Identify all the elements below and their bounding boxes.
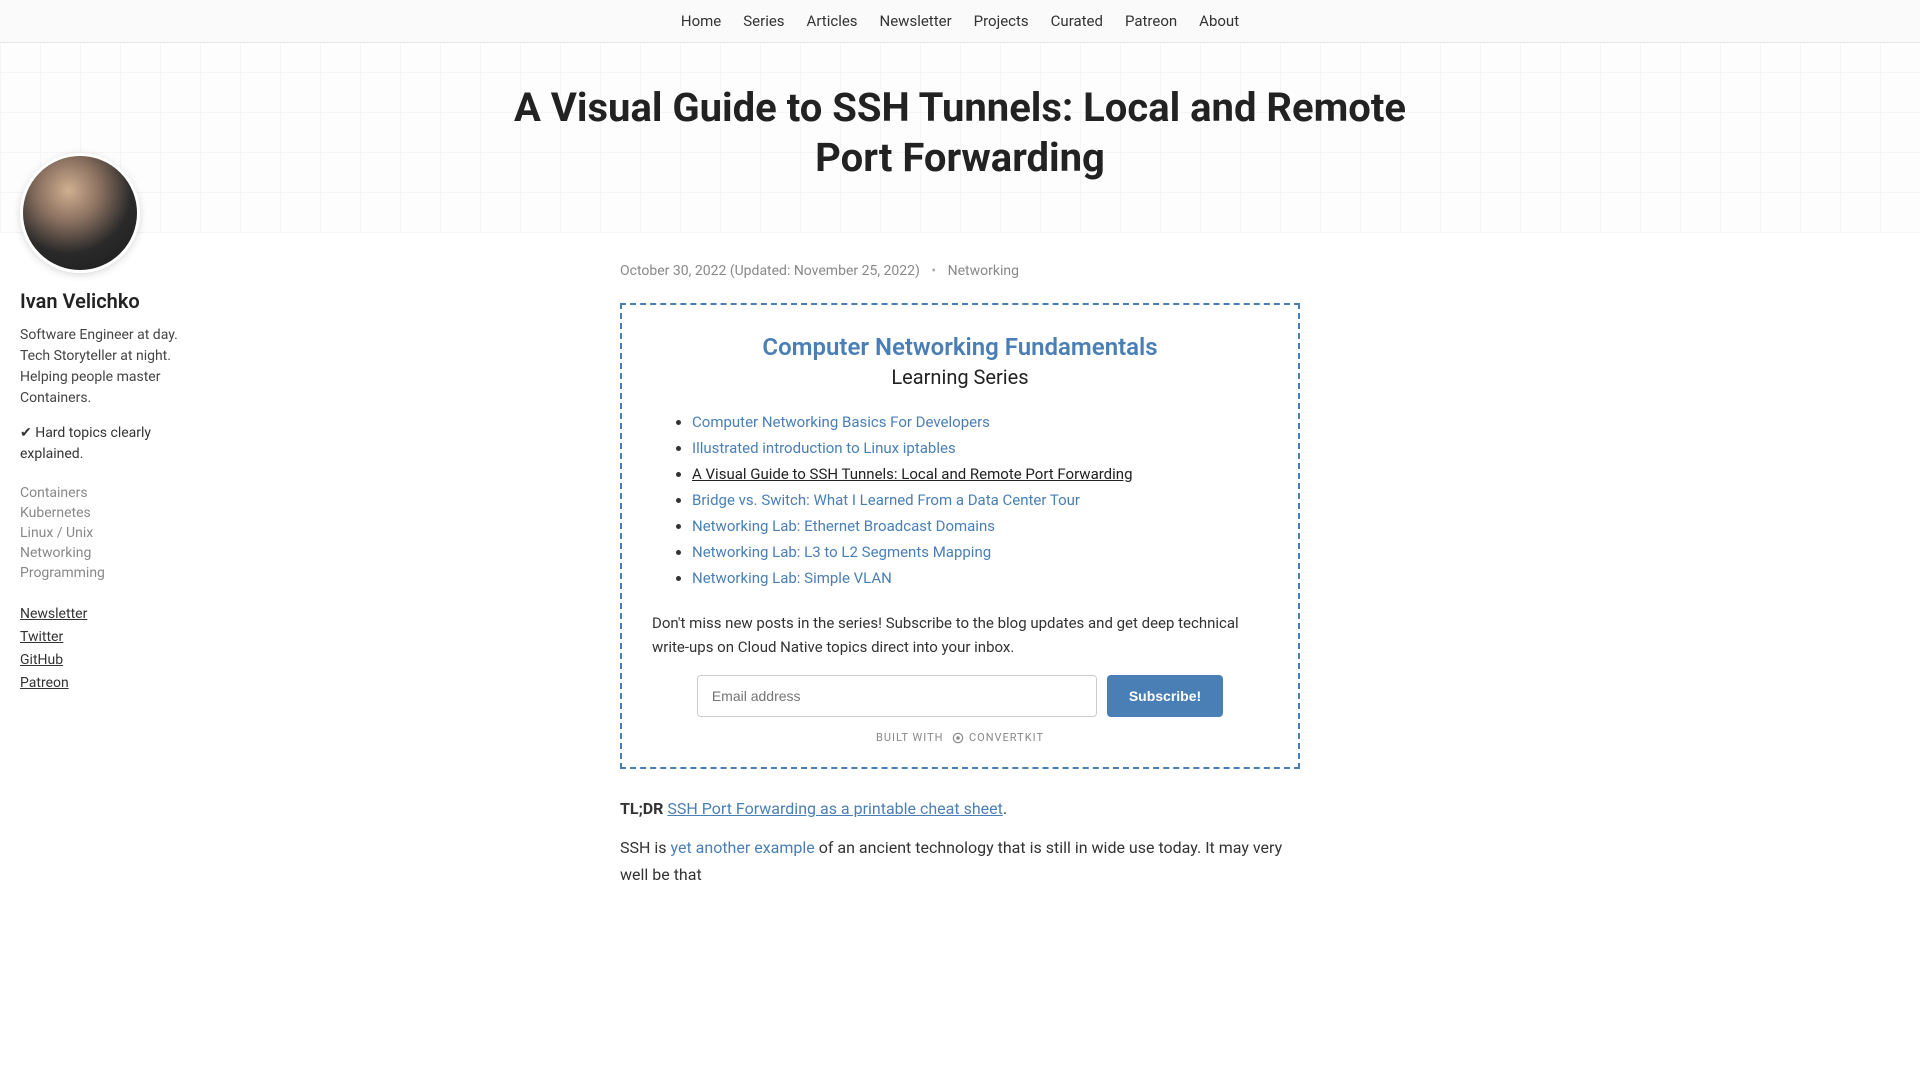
social-github[interactable]: GitHub <box>20 652 63 668</box>
top-nav: Home Series Articles Newsletter Projects… <box>0 0 1920 43</box>
nav-home[interactable]: Home <box>681 12 721 30</box>
convertkit-icon <box>951 731 965 745</box>
social-twitter[interactable]: Twitter <box>20 629 63 645</box>
tag-item[interactable]: Containers <box>20 483 180 503</box>
nav-about[interactable]: About <box>1199 12 1239 30</box>
author-name: Ivan Velichko <box>20 289 180 313</box>
article-meta: October 30, 2022 (Updated: November 25, … <box>620 263 1300 279</box>
badge-brand: ConvertKit <box>969 731 1044 744</box>
author-tagline: ✔ Hard topics clearly explained. <box>20 423 180 465</box>
series-list: Computer Networking Basics For Developer… <box>652 409 1268 591</box>
series-item-current: A Visual Guide to SSH Tunnels: Local and… <box>692 465 1133 483</box>
nav-projects[interactable]: Projects <box>974 12 1029 30</box>
author-bio: Software Engineer at day. Tech Storytell… <box>20 325 180 409</box>
nav-newsletter[interactable]: Newsletter <box>880 12 952 30</box>
nav-patreon[interactable]: Patreon <box>1125 12 1177 30</box>
subscribe-button[interactable]: Subscribe! <box>1107 675 1223 717</box>
page-title: A Visual Guide to SSH Tunnels: Local and… <box>510 83 1410 183</box>
series-item[interactable]: Networking Lab: Simple VLAN <box>692 569 892 587</box>
publish-date: October 30, 2022 <box>620 263 726 279</box>
tag-item[interactable]: Kubernetes <box>20 503 180 523</box>
series-item[interactable]: Computer Networking Basics For Developer… <box>692 413 990 431</box>
author-avatar <box>20 153 140 273</box>
tldr-label: TL;DR <box>620 799 663 818</box>
tag-item[interactable]: Networking <box>20 543 180 563</box>
series-item[interactable]: Networking Lab: Ethernet Broadcast Domai… <box>692 517 995 535</box>
social-list: Newsletter Twitter GitHub Patreon <box>20 601 180 693</box>
subscribe-form: Subscribe! <box>652 675 1268 717</box>
series-item[interactable]: Bridge vs. Switch: What I Learned From a… <box>692 491 1080 509</box>
example-link[interactable]: yet another example <box>671 838 815 857</box>
convertkit-badge[interactable]: BUILT WITH ConvertKit <box>652 731 1268 745</box>
series-subtitle: Learning Series <box>652 365 1268 389</box>
social-patreon[interactable]: Patreon <box>20 675 69 691</box>
nav-series[interactable]: Series <box>743 12 784 30</box>
series-item[interactable]: Networking Lab: L3 to L2 Segments Mappin… <box>692 543 991 561</box>
tldr-paragraph: TL;DR SSH Port Forwarding as a printable… <box>620 795 1300 822</box>
meta-separator: • <box>931 263 936 279</box>
series-box: Computer Networking Fundamentals Learnin… <box>620 303 1300 769</box>
updated-date: (Updated: November 25, 2022) <box>730 263 920 279</box>
series-item[interactable]: Illustrated introduction to Linux iptabl… <box>692 439 956 457</box>
right-spacer <box>1720 233 1920 901</box>
para2-prefix: SSH is <box>620 838 671 857</box>
sidebar: Ivan Velichko Software Engineer at day. … <box>0 153 200 901</box>
tag-item[interactable]: Programming <box>20 563 180 583</box>
main-content: October 30, 2022 (Updated: November 25, … <box>580 233 1340 901</box>
article-body: TL;DR SSH Port Forwarding as a printable… <box>620 795 1300 889</box>
nav-articles[interactable]: Articles <box>807 12 858 30</box>
intro-paragraph: SSH is yet another example of an ancient… <box>620 834 1300 888</box>
hero-banner: A Visual Guide to SSH Tunnels: Local and… <box>0 43 1920 233</box>
tag-list: Containers Kubernetes Linux / Unix Netwo… <box>20 483 180 583</box>
series-cta-text: Don't miss new posts in the series! Subs… <box>652 611 1268 659</box>
email-input[interactable] <box>697 675 1097 717</box>
series-title[interactable]: Computer Networking Fundamentals <box>652 333 1268 361</box>
category-link[interactable]: Networking <box>948 263 1019 279</box>
badge-prefix: BUILT WITH <box>876 731 944 744</box>
tag-item[interactable]: Linux / Unix <box>20 523 180 543</box>
tldr-suffix: . <box>1003 799 1007 818</box>
social-newsletter[interactable]: Newsletter <box>20 606 87 622</box>
nav-curated[interactable]: Curated <box>1051 12 1103 30</box>
cheatsheet-link[interactable]: SSH Port Forwarding as a printable cheat… <box>667 799 1002 818</box>
